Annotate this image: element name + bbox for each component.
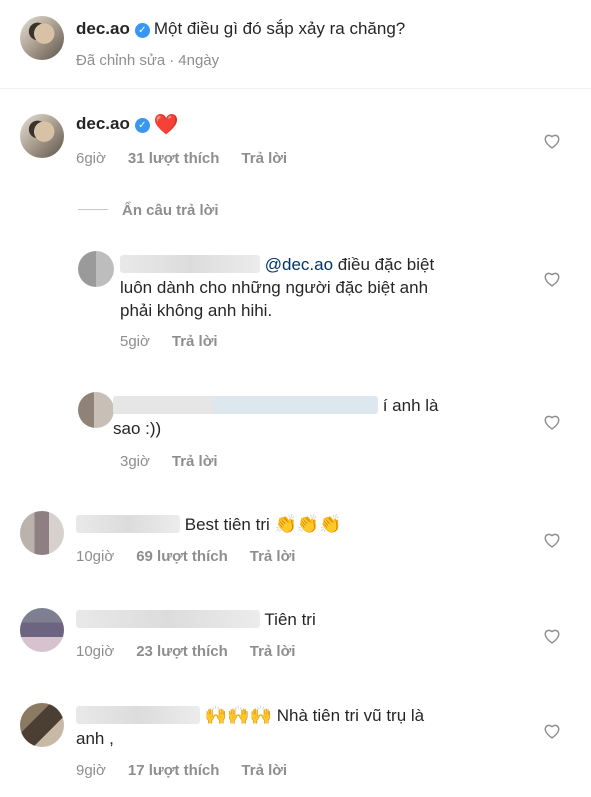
post-header: dec.ao ✓ Một điều gì đó sắp xảy ra chăng? … [0, 0, 591, 88]
comment-body: 🙌🙌🙌 Nhà tiên tri vũ trụ là anh , [76, 704, 516, 750]
reply-body: @dec.ao điều đặc biệt luôn dành cho nhữn… [120, 253, 520, 322]
reply-meta: 3giờ Trả lời [120, 453, 218, 470]
reply-time: 3giờ [120, 453, 150, 470]
reply-text-1: điều đặc biệt [333, 255, 435, 274]
blurred-username[interactable] [76, 706, 200, 724]
comment-avatar[interactable] [20, 703, 64, 747]
edited-label: Đã chỉnh sửa [76, 52, 166, 69]
heart-outline-icon[interactable] [543, 723, 561, 739]
raising-hands-emoji: 🙌🙌🙌 [204, 705, 272, 725]
comment-meta: 10giờ 69 lượt thích Trả lời [76, 548, 295, 565]
comment-author: dec.ao ✓ ❤️ 6giờ 31 lượt thích Trả lời [0, 100, 591, 200]
clapping-hands-emoji: 👏👏👏 [274, 514, 342, 534]
comment-time: 9giờ [76, 762, 106, 779]
comment-item: Best tiên tri 👏👏👏 10giờ 69 lượt thích Trả … [0, 505, 591, 585]
blurred-username[interactable] [76, 515, 180, 533]
like-count[interactable]: 31 lượt thích [128, 150, 220, 167]
reply-text-1: í anh là [382, 396, 439, 415]
comment-meta: 9giờ 17 lượt thích Trả lời [76, 762, 287, 779]
heart-outline-icon[interactable] [543, 133, 561, 149]
reply-button[interactable]: Trả lời [172, 453, 218, 470]
comment-time: 6giờ [76, 150, 106, 167]
verified-badge-icon: ✓ [134, 118, 150, 133]
blurred-username[interactable] [113, 396, 378, 414]
comment-body: Tiên tri [76, 608, 316, 631]
reply-avatar[interactable] [78, 251, 114, 287]
hide-replies-label: Ẩn câu trả lời [122, 202, 219, 219]
reply-button[interactable]: Trả lời [241, 762, 287, 779]
like-count[interactable]: 17 lượt thích [128, 762, 220, 779]
reply-time: 5giờ [120, 333, 150, 350]
comment-avatar[interactable] [20, 511, 64, 555]
comment-meta: 10giờ 23 lượt thích Trả lời [76, 643, 295, 660]
heart-outline-icon[interactable] [543, 271, 561, 287]
reply-text-2: sao :)) [113, 419, 162, 438]
heart-outline-icon[interactable] [543, 532, 561, 548]
comment-username[interactable]: dec.ao [76, 114, 130, 133]
reply-meta: 5giờ Trả lời [120, 333, 218, 350]
comment-item: 🙌🙌🙌 Nhà tiên tri vũ trụ là anh , 9giờ 17 … [0, 695, 591, 795]
comment-item: Tiên tri 10giờ 23 lượt thích Trả lời [0, 600, 591, 680]
comment-meta: 6giờ 31 lượt thích Trả lời [76, 150, 287, 167]
replies-line [78, 209, 108, 210]
comment-text-1: Nhà tiên tri vũ trụ là [276, 706, 425, 725]
heart-emoji: ❤️ [153, 114, 179, 136]
author-username[interactable]: dec.ao [76, 19, 130, 38]
verified-badge-icon: ✓ [134, 23, 150, 38]
comment-text: Tiên tri [264, 610, 316, 629]
like-count[interactable]: 69 lượt thích [136, 548, 228, 565]
blurred-username[interactable] [76, 610, 260, 628]
reply-button[interactable]: Trả lời [172, 333, 218, 350]
reply-avatar[interactable] [78, 392, 114, 428]
comment-time: 10giờ [76, 643, 115, 660]
reply-button[interactable]: Trả lời [241, 150, 287, 167]
comment-text-2: anh , [76, 729, 114, 748]
post-caption: Một điều gì đó sắp xảy ra chăng? [153, 19, 406, 38]
comment-time: 10giờ [76, 548, 115, 565]
heart-outline-icon[interactable] [543, 628, 561, 644]
reply-button[interactable]: Trả lời [250, 643, 296, 660]
hide-replies-button[interactable]: Ẩn câu trả lời [78, 202, 219, 219]
reply-item: @dec.ao điều đặc biệt luôn dành cho nhữn… [0, 245, 591, 360]
blurred-username[interactable] [120, 255, 260, 273]
comment-avatar[interactable] [20, 608, 64, 652]
comment-body: Best tiên tri 👏👏👏 [76, 513, 342, 536]
reply-text-2: luôn dành cho những người đặc biệt anh [120, 278, 429, 297]
reply-button[interactable]: Trả lời [250, 548, 296, 565]
mention-link[interactable]: @dec.ao [265, 255, 333, 274]
heart-outline-icon[interactable] [543, 414, 561, 430]
comment-text: Best tiên tri [184, 515, 270, 534]
meta-separator: · [169, 52, 175, 69]
reply-body: í anh là sao :)) [113, 394, 513, 440]
reply-text-3: phải không anh hihi. [120, 301, 273, 320]
comment-avatar[interactable] [20, 114, 64, 158]
like-count[interactable]: 23 lượt thích [136, 643, 228, 660]
post-caption-row: dec.ao ✓ Một điều gì đó sắp xảy ra chăng? [76, 17, 405, 40]
post-time: 4ngày [178, 52, 220, 69]
comment-body: dec.ao ✓ ❤️ [76, 114, 179, 137]
post-meta: Đã chỉnh sửa · 4ngày [76, 52, 241, 69]
author-avatar[interactable] [20, 16, 64, 60]
reply-item: í anh là sao :)) 3giờ Trả lời [0, 388, 591, 488]
header-divider [0, 88, 591, 89]
